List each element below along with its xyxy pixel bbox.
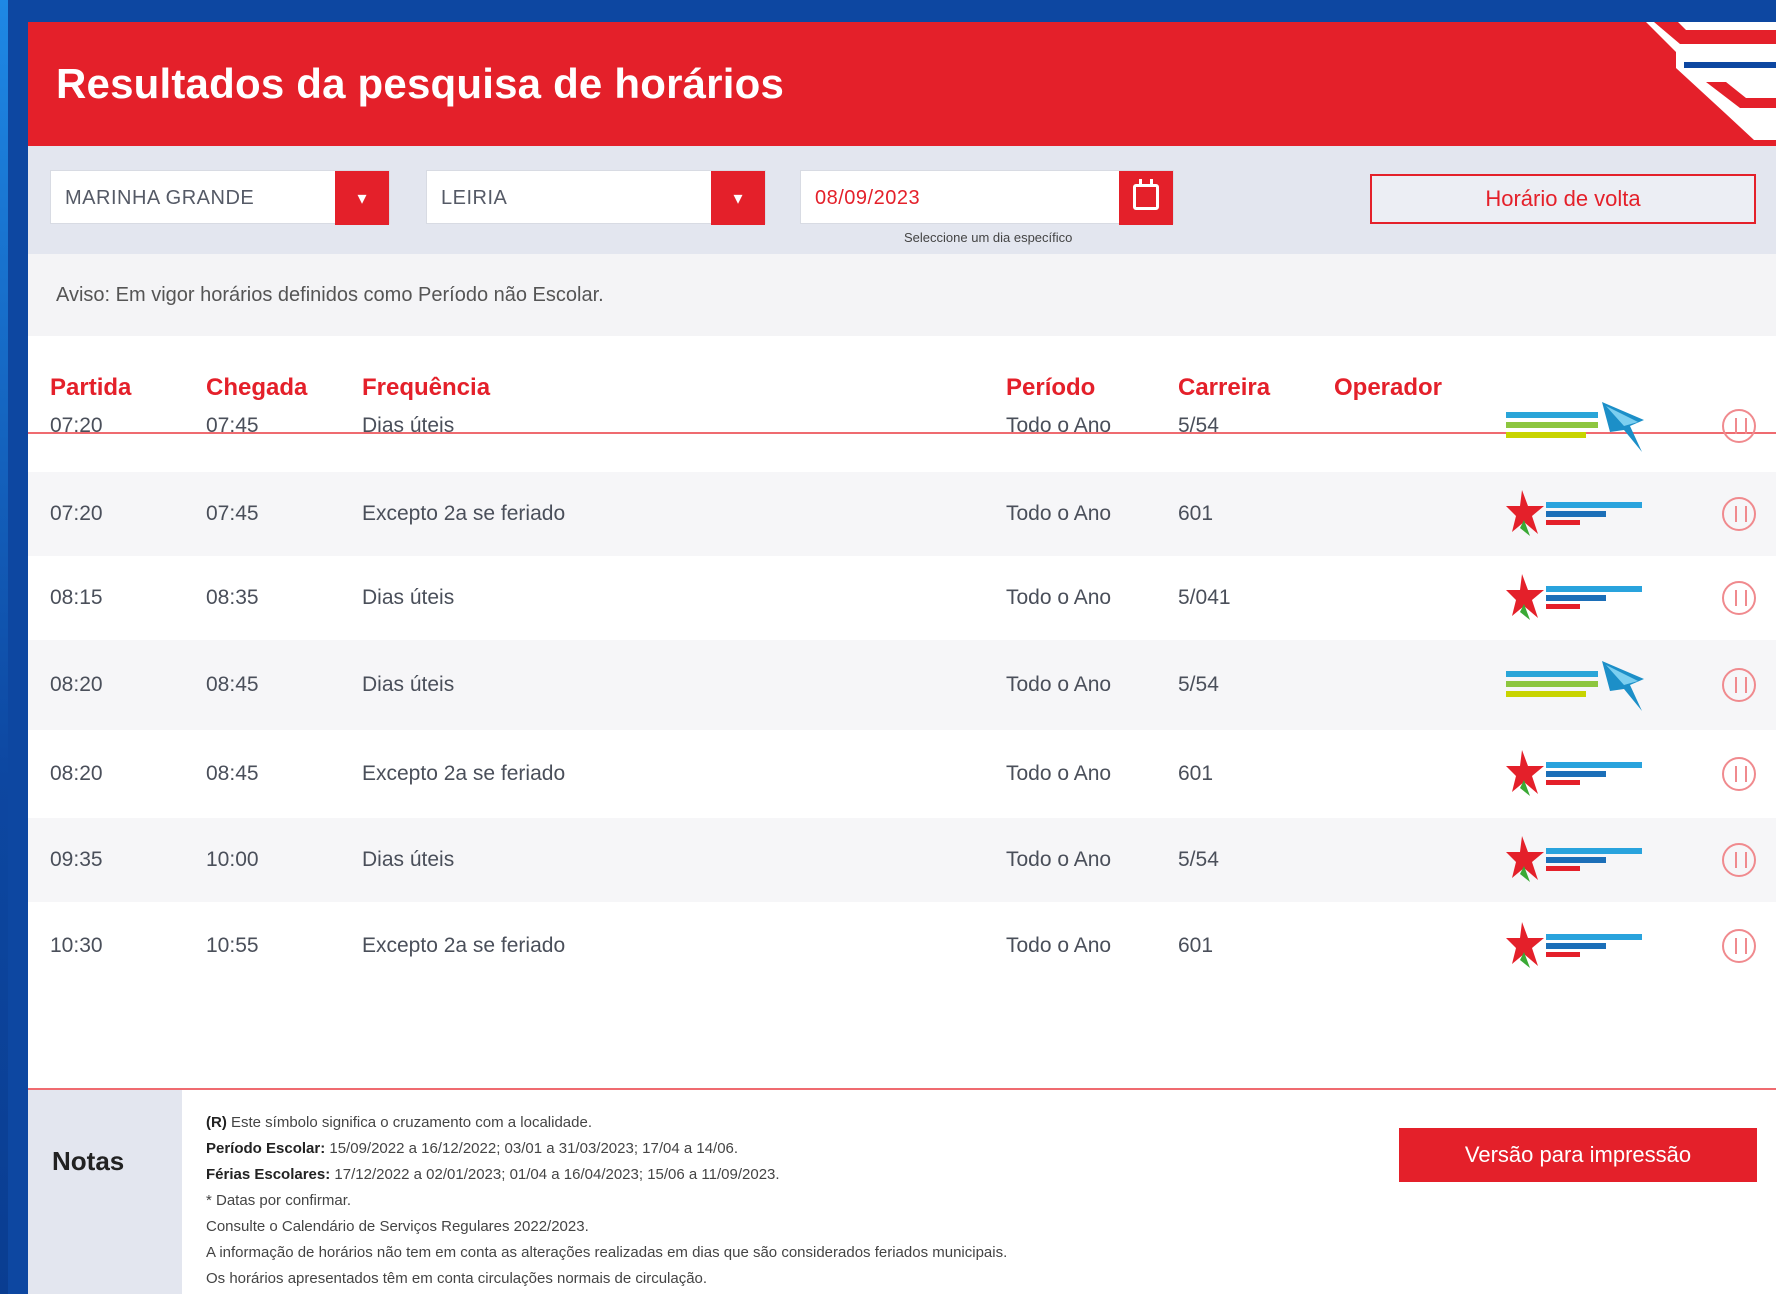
schedule-results-panel: Resultados da pesquisa de horários MARIN… [28,22,1776,1294]
frame-left-stripe [0,0,8,1294]
route-details-icon[interactable] [1722,581,1756,615]
rodoviaria-do-tejo-logo-icon [1506,922,1642,968]
cell-frequency: Excepto 2a se feriado [362,934,566,957]
table-row: 10:30 10:55 Excepto 2a se feriado Todo o An… [28,902,1776,990]
route-details-icon[interactable] [1722,409,1756,443]
notes-line: Os horários apresentados têm em conta ci… [206,1266,1226,1292]
cell-departure: 10:30 [50,934,103,957]
notice-text: Aviso: Em vigor horários definidos como … [28,254,1776,336]
notes-line-text: 17/12/2022 a 02/01/2023; 01/04 a 16/04/2… [330,1166,780,1183]
notes-label-box: Notas [28,1090,182,1294]
rodoviaria-do-tejo-logo-icon [1506,574,1642,620]
notes-line: (R) Este símbolo significa o cruzamento … [206,1110,1226,1136]
date-field[interactable]: 08/09/2023 [800,170,1174,225]
table-row: 07:20 07:45 Dias úteis Todo o Ano 5/54 [28,380,1776,472]
destination-select[interactable]: LEIRIA ▾ [426,170,766,225]
cell-departure: 07:20 [50,502,103,525]
date-hint: Seleccione um dia específico [904,230,1073,245]
rodoviaria-do-tejo-logo-icon [1506,490,1642,536]
notes-line-text: Os horários apresentados têm em conta ci… [206,1270,708,1287]
destination-value: LEIRIA [441,187,508,209]
return-schedule-button[interactable]: Horário de volta [1370,174,1756,224]
cell-arrival: 07:45 [206,414,259,437]
notes-line: A informação de horários não tem em cont… [206,1240,1226,1266]
cell-period: Todo o Ano [1006,848,1112,871]
cell-route: 5/54 [1178,848,1219,871]
cell-arrival: 08:45 [206,673,259,696]
search-bar: MARINHA GRANDE ▾ LEIRIA ▾ 08/09/2023 Sel… [28,146,1776,254]
origin-dropdown-button[interactable]: ▾ [335,171,389,225]
notes-label: Notas [52,1146,125,1176]
route-details-icon[interactable] [1722,668,1756,702]
cell-departure: 08:20 [50,673,103,696]
page-title: Resultados da pesquisa de horários [56,60,784,107]
cell-period: Todo o Ano [1006,414,1112,437]
notes-line: Consulte o Calendário de Serviços Regula… [206,1214,1226,1240]
cell-frequency: Dias úteis [362,673,455,696]
notes-line-label: Férias Escolares: [206,1166,331,1183]
cell-arrival: 08:35 [206,586,259,609]
cell-frequency: Dias úteis [362,848,455,871]
cell-route: 5/041 [1178,586,1231,609]
rodoviaria-do-oeste-logo-icon [1506,661,1644,711]
rodoviaria-do-oeste-logo-icon [1506,402,1644,452]
notes-line-text: Consulte o Calendário de Serviços Regula… [206,1218,589,1235]
date-value: 08/09/2023 [815,187,921,209]
print-version-button[interactable]: Versão para impressão [1399,1128,1757,1182]
cell-departure: 07:20 [50,414,103,437]
route-details-icon[interactable] [1722,843,1756,877]
route-details-icon[interactable] [1722,757,1756,791]
cell-frequency: Dias úteis [362,586,455,609]
frame-left-border [8,0,26,1294]
notes-text: (R) Este símbolo significa o cruzamento … [206,1110,1226,1292]
notes-line: * Datas por confirmar. [206,1188,1226,1214]
cell-arrival: 10:55 [206,934,259,957]
calendar-button[interactable] [1119,171,1173,225]
notes-line-label: Período Escolar: [206,1140,326,1157]
notes-line-text: 15/09/2022 a 16/12/2022; 03/01 a 31/03/2… [325,1140,739,1157]
notes-line-text: Este símbolo significa o cruzamento com … [226,1114,593,1131]
rodoviaria-do-tejo-logo-icon [1506,836,1642,882]
notes-line: Período Escolar: 15/09/2022 a 16/12/2022… [206,1136,1226,1162]
cell-arrival: 10:00 [206,848,259,871]
route-details-icon[interactable] [1722,929,1756,963]
cell-period: Todo o Ano [1006,762,1112,785]
cell-frequency: Dias úteis [362,414,455,437]
table-row: 07:20 07:45 Excepto 2a se feriado Todo o An… [28,472,1776,556]
origin-value: MARINHA GRANDE [65,187,255,209]
calendar-icon [1133,179,1159,210]
notes-line: Férias Escolares: 17/12/2022 a 02/01/202… [206,1162,1226,1188]
cell-departure: 08:15 [50,586,103,609]
destination-dropdown-button[interactable]: ▾ [711,171,765,225]
cell-period: Todo o Ano [1006,502,1112,525]
table-row: 08:20 08:45 Excepto 2a se feriado Todo o An… [28,730,1776,818]
page-header: Resultados da pesquisa de horários [28,22,1776,146]
route-details-icon[interactable] [1722,497,1756,531]
cell-frequency: Excepto 2a se feriado [362,502,566,525]
notes-line-text: A informação de horários não tem em cont… [206,1244,1008,1261]
cell-arrival: 07:45 [206,502,259,525]
table-row: 09:35 10:00 Dias úteis Todo o Ano 5/54 [28,818,1776,902]
corner-decoration-icon [1646,22,1776,140]
table-row: 08:15 08:35 Dias úteis Todo o Ano 5/041 [28,556,1776,640]
cell-route: 601 [1178,934,1214,957]
cell-period: Todo o Ano [1006,586,1112,609]
rodoviaria-do-tejo-logo-icon [1506,750,1642,796]
cell-frequency: Excepto 2a se feriado [362,762,566,785]
cell-period: Todo o Ano [1006,934,1112,957]
origin-select[interactable]: MARINHA GRANDE ▾ [50,170,390,225]
notes-line-text: * Datas por confirmar. [206,1192,352,1209]
notes-line-label: (R) [206,1114,227,1131]
cell-departure: 08:20 [50,762,103,785]
cell-arrival: 08:45 [206,762,259,785]
cell-route: 601 [1178,762,1214,785]
cell-route: 5/54 [1178,673,1219,696]
cell-route: 5/54 [1178,414,1219,437]
cell-period: Todo o Ano [1006,673,1112,696]
cell-route: 601 [1178,502,1214,525]
cell-departure: 09:35 [50,848,103,871]
notes-section: Notas (R) Este símbolo significa o cruza… [28,1088,1776,1294]
table-row: 08:20 08:45 Dias úteis Todo o Ano 5/54 [28,640,1776,730]
